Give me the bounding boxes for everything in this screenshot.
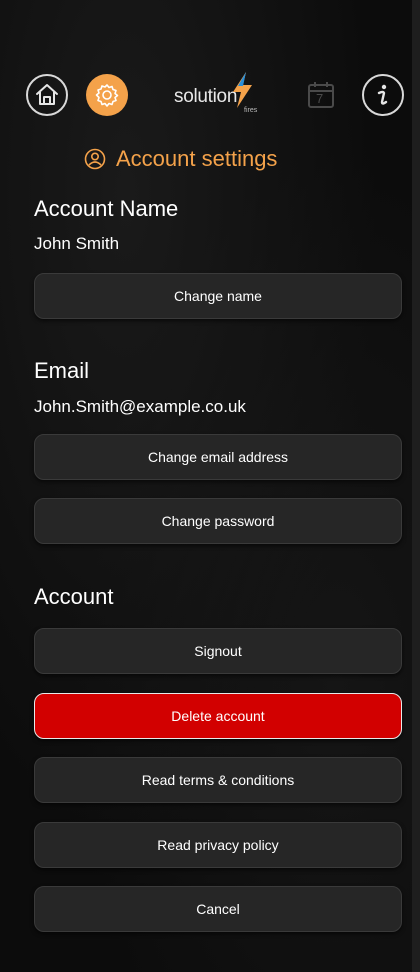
page-title: Account settings [116,146,278,171]
gear-icon [95,84,119,107]
account-settings-screen: solution fires 7 Account settings Accoun… [0,0,420,972]
privacy-button[interactable]: Read privacy policy [34,822,402,868]
settings-button[interactable] [86,74,128,116]
email-heading: Email [34,358,90,383]
solution-fires-logo: solution fires [174,72,270,116]
page-header: Account settings [84,144,277,174]
calendar-button[interactable]: 7 [306,80,336,110]
calendar-day: 7 [316,91,324,106]
scroll-edge [412,0,420,972]
info-button[interactable] [362,74,404,116]
cancel-button[interactable]: Cancel [34,886,402,932]
home-icon [36,84,58,105]
terms-button[interactable]: Read terms & conditions [34,757,402,803]
info-icon [377,84,388,105]
account-heading: Account [34,584,114,609]
change-name-button[interactable]: Change name [34,273,402,319]
lightning-bolt-icon [233,72,252,108]
change-password-button[interactable]: Change password [34,498,402,544]
logo-subtext: fires [244,107,258,114]
top-nav: solution fires 7 [26,72,404,118]
change-email-button[interactable]: Change email address [34,434,402,480]
account-name-value: John Smith [34,234,120,253]
home-button[interactable] [26,74,68,116]
user-circle-icon [84,148,106,170]
account-name-heading: Account Name [34,196,179,221]
email-value: John.Smith@example.co.uk [34,397,246,416]
delete-account-button[interactable]: Delete account [34,693,402,739]
signout-button[interactable]: Signout [34,628,402,674]
